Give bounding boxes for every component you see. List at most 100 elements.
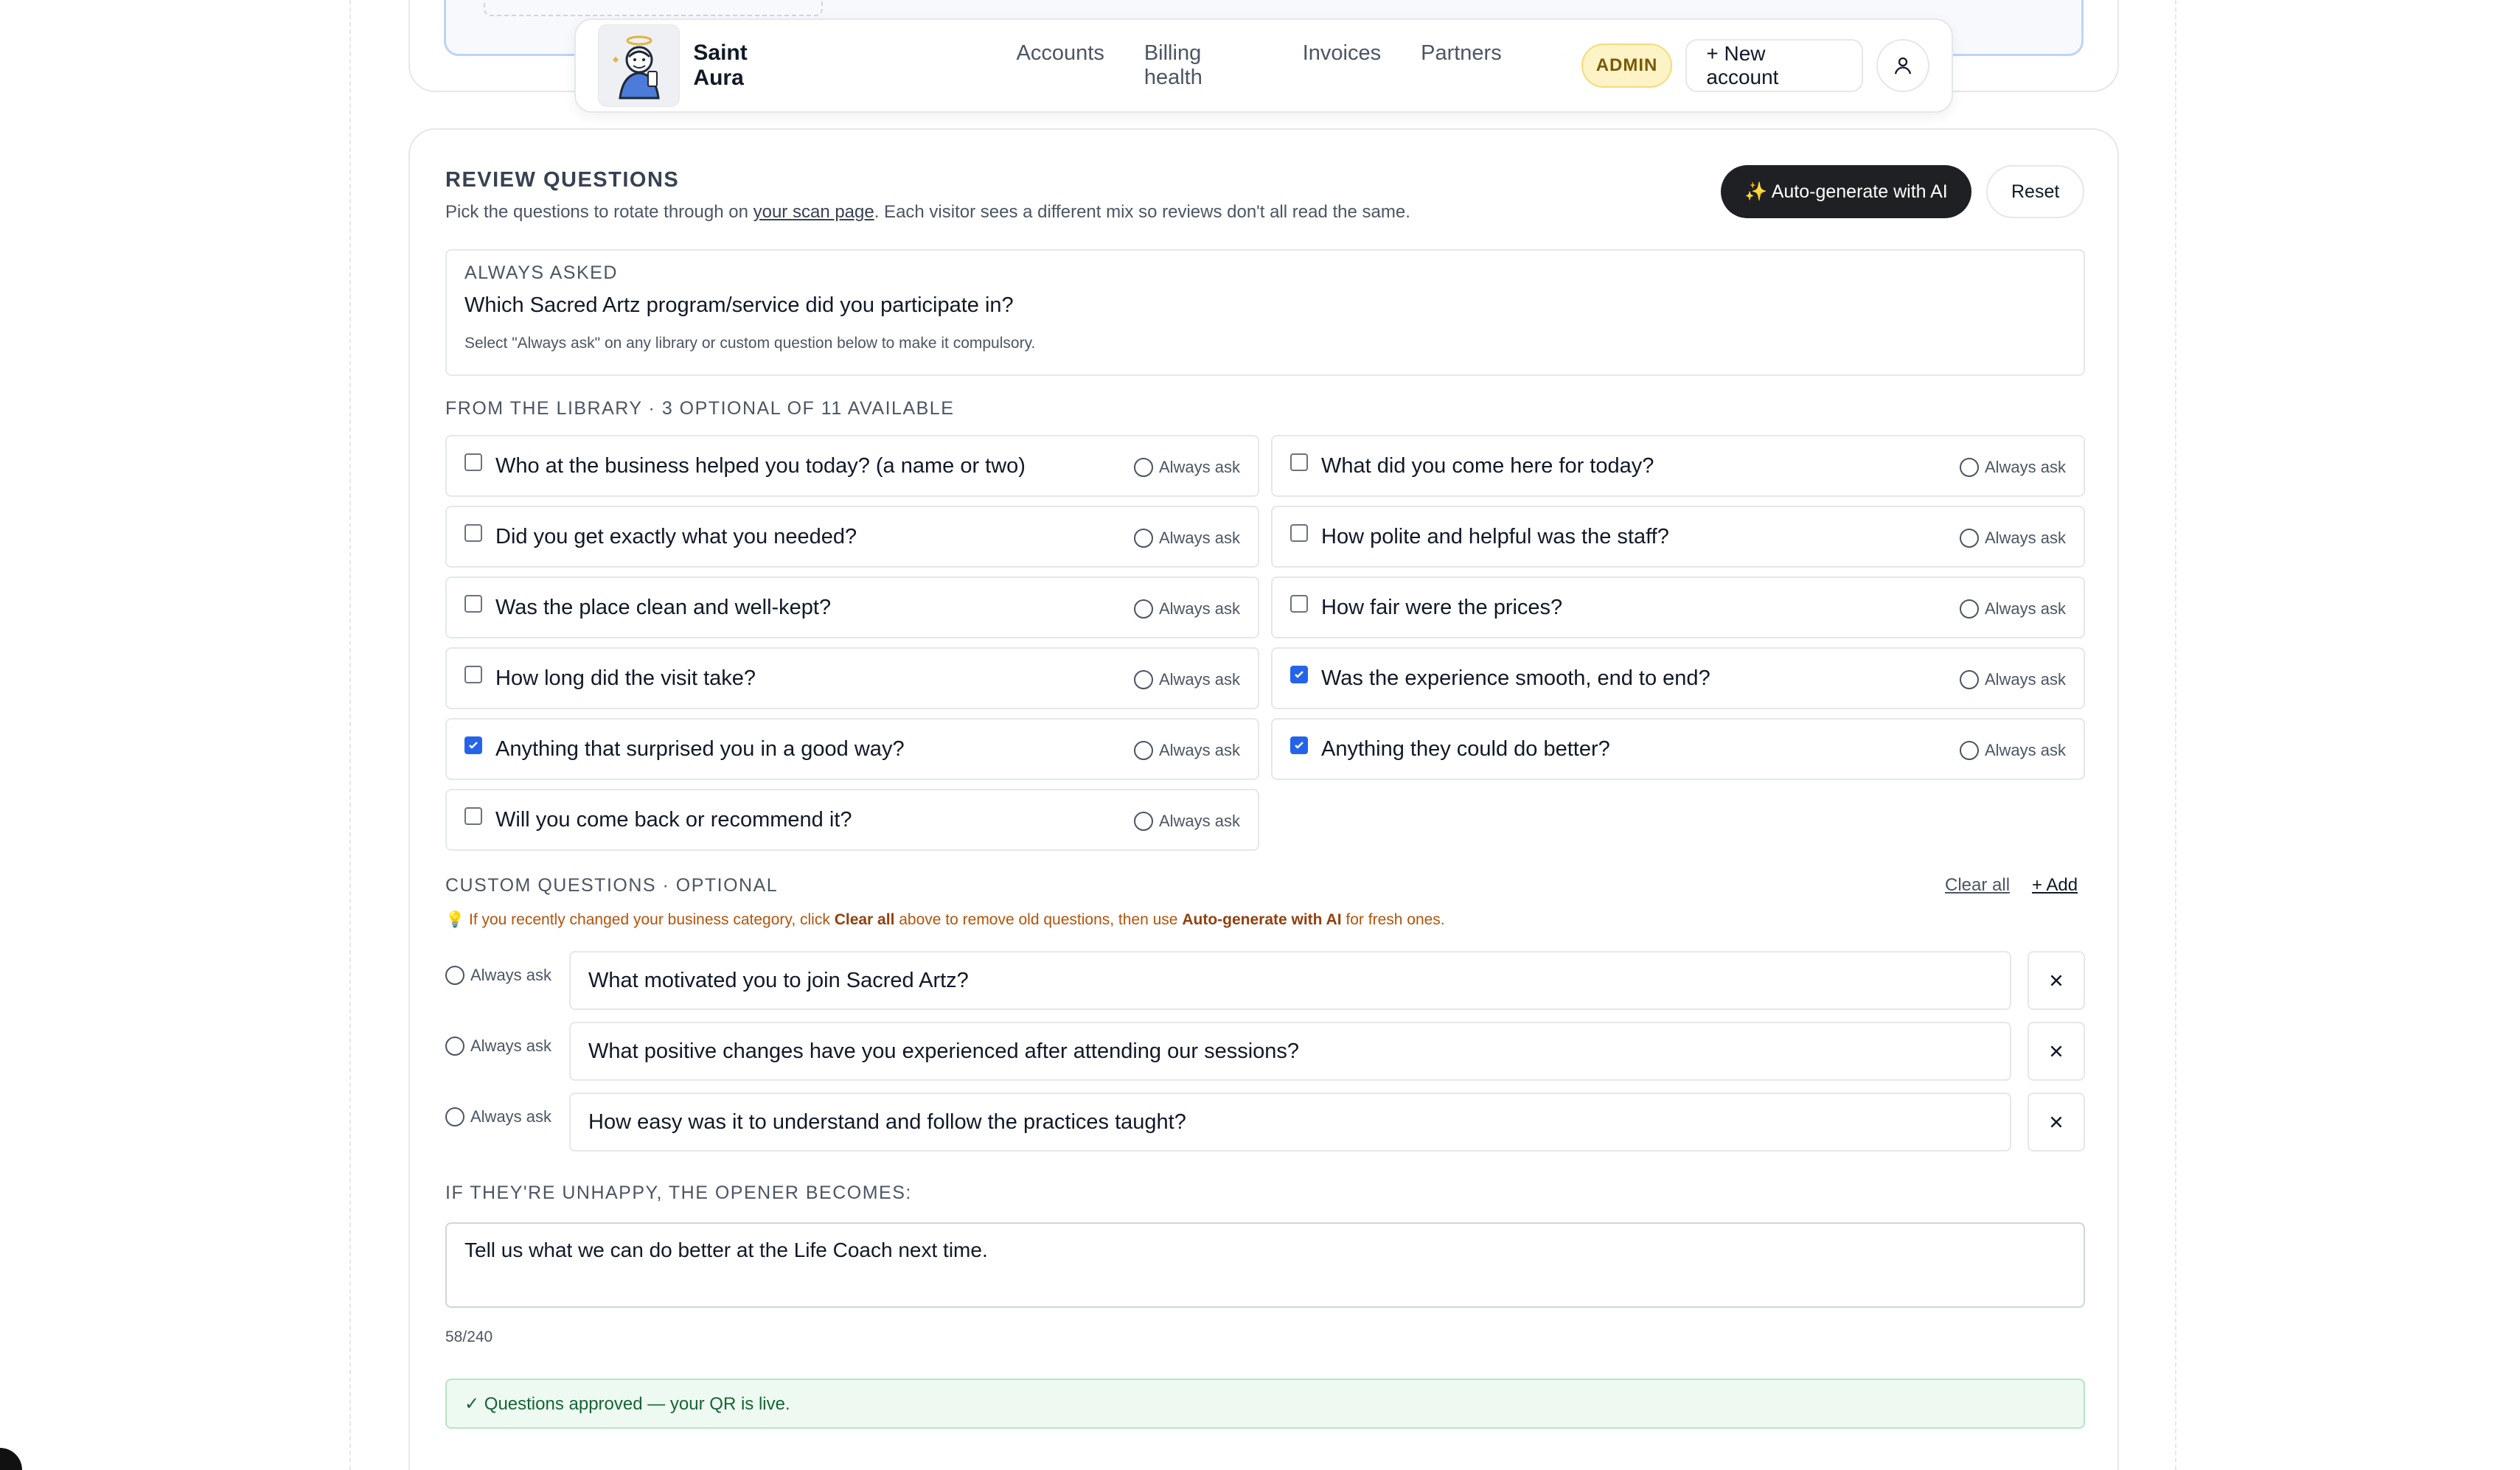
always-ask-toggle[interactable]: Always ask (445, 966, 551, 985)
always-ask-radio[interactable] (1133, 812, 1153, 831)
library-question[interactable]: Anything they could do better? Always as… (1271, 718, 2085, 780)
library-question[interactable]: How polite and helpful was the staff? Al… (1271, 506, 2085, 568)
always-ask-toggle[interactable]: Always ask (1959, 670, 2066, 689)
custom-question-input[interactable]: What positive changes have you experienc… (569, 1022, 2011, 1081)
question-checkbox[interactable] (464, 807, 482, 825)
close-icon (2050, 1116, 2062, 1128)
always-ask-label: Always ask (1984, 670, 2066, 689)
always-ask-toggle[interactable]: Always ask (1133, 741, 1240, 760)
library-question[interactable]: Anything that surprised you in a good wa… (445, 718, 1259, 780)
question-text: Did you get exactly what you needed? (495, 524, 857, 548)
question-checkbox[interactable] (464, 595, 482, 613)
question-checkbox[interactable] (1290, 524, 1308, 542)
always-ask-label: Always ask (1158, 741, 1240, 759)
remove-question-button[interactable] (2028, 951, 2085, 1010)
always-ask-radio[interactable] (1959, 741, 1979, 760)
always-ask-toggle[interactable]: Always ask (1959, 741, 2066, 760)
always-ask-radio[interactable] (1133, 670, 1153, 689)
question-text: Was the experience smooth, end to end? (1321, 666, 1710, 690)
always-ask-radio[interactable] (445, 966, 464, 985)
new-account-button[interactable]: + New account (1685, 39, 1864, 92)
approval-status-banner: ✓ Questions approved — your QR is live. (445, 1379, 2085, 1429)
library-question[interactable]: Was the experience smooth, end to end? A… (1271, 647, 2085, 709)
question-text: Who at the business helped you today? (a… (495, 453, 1026, 478)
custom-question-input[interactable]: What motivated you to join Sacred Artz? (569, 951, 2011, 1010)
layout-guide-right (2175, 0, 2176, 1470)
always-ask-radio[interactable] (1133, 741, 1153, 760)
question-checkbox[interactable] (464, 666, 482, 683)
always-ask-toggle[interactable]: Always ask (1133, 458, 1240, 477)
admin-badge: ADMIN (1581, 43, 1673, 88)
question-text: Was the place clean and well-kept? (495, 595, 832, 619)
question-text: What did you come here for today? (1321, 453, 1654, 478)
always-ask-toggle[interactable]: Always ask (1959, 458, 2066, 477)
always-asked-label: ALWAYS ASKED (464, 262, 618, 283)
always-ask-label: Always ask (1984, 529, 2066, 547)
always-ask-toggle[interactable]: Always ask (1133, 670, 1240, 689)
question-checkbox[interactable] (464, 453, 482, 471)
nav-accounts[interactable]: Accounts (1017, 41, 1104, 90)
always-ask-toggle[interactable]: Always ask (1133, 529, 1240, 548)
library-question[interactable]: Will you come back or recommend it? Alwa… (445, 789, 1259, 851)
nav-billing-health[interactable]: Billing health (1144, 41, 1263, 90)
remove-question-button[interactable] (2028, 1022, 2085, 1081)
layout-guide-left (349, 0, 351, 1470)
always-ask-radio[interactable] (1133, 599, 1153, 619)
close-icon (2050, 1045, 2062, 1057)
close-icon (2050, 975, 2062, 986)
saint-aura-logo[interactable] (598, 24, 681, 107)
tip-auto-generate: Auto-generate with AI (1182, 911, 1342, 928)
always-ask-toggle[interactable]: Always ask (1959, 529, 2066, 548)
always-asked-question: Which Sacred Artz program/service did yo… (464, 293, 1014, 317)
question-checkbox[interactable] (1290, 453, 1308, 471)
always-ask-toggle[interactable]: Always ask (1959, 599, 2066, 619)
previous-section-slot (484, 0, 823, 16)
question-checkbox[interactable] (1290, 736, 1308, 754)
library-heading: FROM THE LIBRARY · 3 OPTIONAL OF 11 AVAI… (445, 398, 955, 419)
always-ask-toggle[interactable]: Always ask (1133, 599, 1240, 619)
question-text: How long did the visit take? (495, 666, 756, 690)
always-ask-radio[interactable] (445, 1037, 464, 1056)
always-ask-toggle[interactable]: Always ask (445, 1037, 551, 1056)
always-ask-toggle[interactable]: Always ask (445, 1107, 551, 1126)
always-ask-radio[interactable] (1133, 458, 1153, 477)
clear-all-link[interactable]: Clear all (1945, 875, 2010, 896)
always-ask-radio[interactable] (1959, 458, 1979, 477)
always-ask-label: Always ask (1984, 741, 2066, 759)
tip-clear-all: Clear all (834, 911, 895, 928)
library-question[interactable]: How long did the visit take? Always ask (445, 647, 1259, 709)
nav-invoices[interactable]: Invoices (1303, 41, 1381, 90)
question-checkbox[interactable] (464, 524, 482, 542)
library-question[interactable]: Did you get exactly what you needed? Alw… (445, 506, 1259, 568)
user-menu-button[interactable] (1876, 39, 1930, 92)
user-icon (1895, 57, 1912, 74)
always-ask-toggle[interactable]: Always ask (1133, 812, 1240, 831)
always-ask-radio[interactable] (1133, 529, 1153, 548)
library-question[interactable]: What did you come here for today? Always… (1271, 435, 2085, 497)
unhappy-opener-textarea[interactable]: Tell us what we can do better at the Lif… (445, 1222, 2085, 1308)
always-ask-radio[interactable] (1959, 529, 1979, 548)
library-question[interactable]: Was the place clean and well-kept? Alway… (445, 576, 1259, 638)
nav-partners[interactable]: Partners (1421, 41, 1502, 90)
always-ask-radio[interactable] (1959, 670, 1979, 689)
section-title: REVIEW QUESTIONS (445, 168, 680, 192)
reset-button[interactable]: Reset (1986, 165, 2085, 218)
question-checkbox[interactable] (1290, 666, 1308, 683)
add-question-link[interactable]: + Add (2032, 875, 2078, 896)
main-nav: Accounts Billing health Invoices Partner… (1017, 41, 1502, 90)
always-ask-radio[interactable] (1959, 599, 1979, 619)
library-question[interactable]: How fair were the prices? Always ask (1271, 576, 2085, 638)
question-checkbox[interactable] (464, 736, 482, 754)
checkmark-icon (469, 742, 478, 749)
always-ask-label: Always ask (470, 1037, 552, 1055)
question-text: Anything that surprised you in a good wa… (495, 736, 905, 761)
tip-text: If you recently changed your business ca… (464, 911, 835, 928)
custom-question-input[interactable]: How easy was it to understand and follow… (569, 1093, 2011, 1152)
always-ask-radio[interactable] (445, 1107, 464, 1126)
remove-question-button[interactable] (2028, 1093, 2085, 1152)
scan-page-link[interactable]: your scan page (753, 202, 874, 222)
question-checkbox[interactable] (1290, 595, 1308, 613)
question-text: Anything they could do better? (1321, 736, 1610, 761)
library-question[interactable]: Who at the business helped you today? (a… (445, 435, 1259, 497)
auto-generate-button[interactable]: ✨ Auto-generate with AI (1721, 165, 1971, 218)
